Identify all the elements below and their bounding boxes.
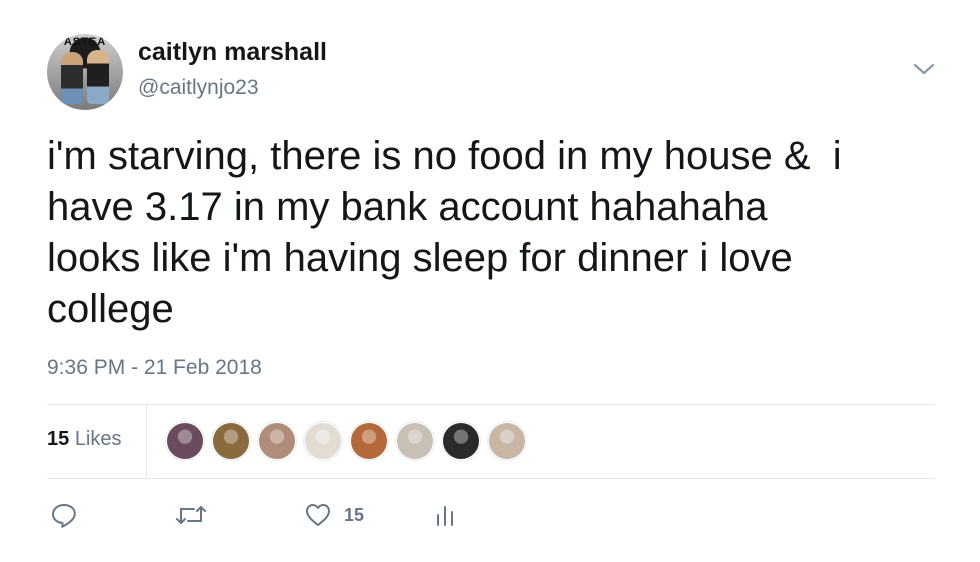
avatar-figure-left bbox=[61, 52, 83, 104]
liker-avatar[interactable] bbox=[166, 422, 204, 460]
like-button[interactable]: 15 bbox=[304, 500, 364, 530]
divider-vertical bbox=[146, 405, 147, 477]
liker-avatar[interactable] bbox=[442, 422, 480, 460]
avatar-figure-right bbox=[87, 50, 109, 104]
analytics-icon bbox=[437, 506, 453, 526]
liker-avatar[interactable] bbox=[396, 422, 434, 460]
avatar[interactable]: ASTEA bbox=[47, 34, 123, 110]
liker-avatar[interactable] bbox=[304, 422, 342, 460]
chevron-down-icon[interactable] bbox=[912, 60, 936, 78]
liker-avatar[interactable] bbox=[212, 422, 250, 460]
divider-bottom bbox=[47, 478, 935, 479]
display-name[interactable]: caitlyn marshall bbox=[138, 38, 327, 67]
avatar-sign-text: ASTEA bbox=[63, 36, 107, 48]
reply-icon bbox=[51, 503, 76, 529]
tweet-text: i'm starving, there is no food in my hou… bbox=[47, 134, 842, 331]
retweet-button[interactable] bbox=[174, 500, 208, 530]
likes-stat[interactable]: 15 Likes bbox=[47, 428, 122, 451]
like-count: 15 bbox=[344, 504, 365, 525]
liker-avatar[interactable] bbox=[350, 422, 388, 460]
divider-top bbox=[47, 404, 935, 405]
user-handle[interactable]: @caitlynjo23 bbox=[138, 76, 259, 100]
heart-icon bbox=[306, 504, 330, 526]
retweet-icon bbox=[176, 506, 206, 524]
liker-avatar[interactable] bbox=[488, 422, 526, 460]
reply-button[interactable] bbox=[50, 500, 78, 530]
action-bar: 15 bbox=[50, 500, 510, 532]
likes-number: 15 bbox=[47, 428, 70, 450]
likes-label: Likes bbox=[74, 428, 122, 450]
liker-avatar[interactable] bbox=[258, 422, 296, 460]
analytics-button[interactable] bbox=[434, 500, 456, 530]
tweet-timestamp[interactable]: 9:36 PM - 21 Feb 2018 bbox=[47, 356, 262, 380]
